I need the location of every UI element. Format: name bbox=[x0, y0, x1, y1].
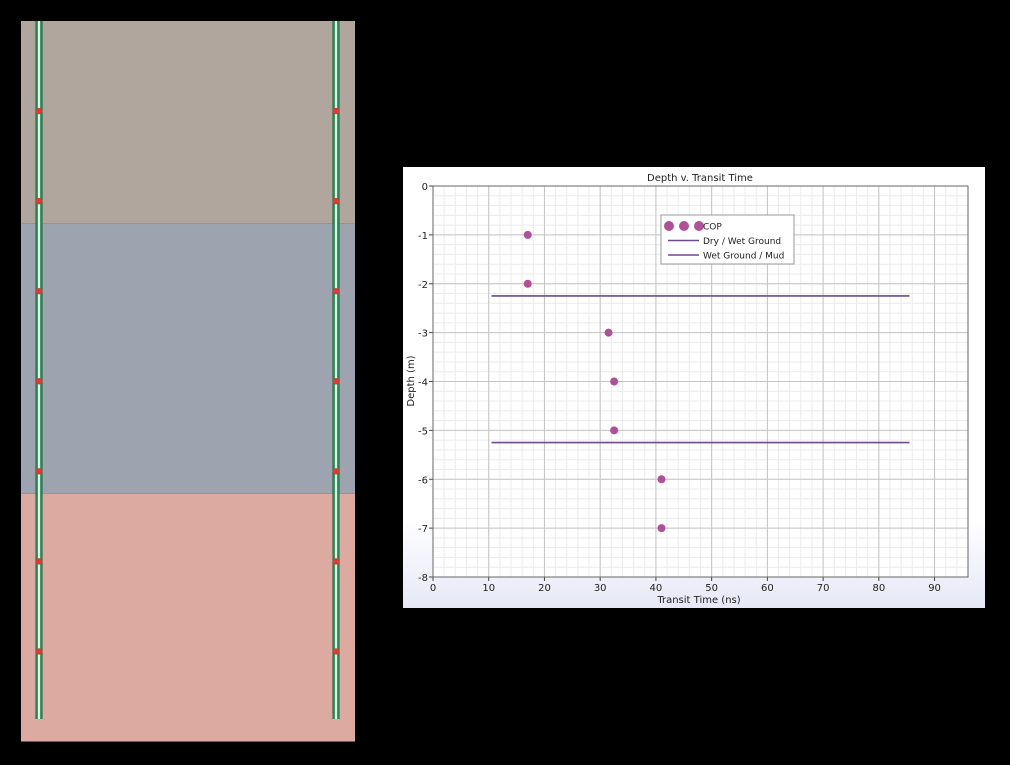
y-tick-label: -3 bbox=[418, 329, 428, 340]
data-point bbox=[610, 426, 619, 435]
x-tick-label: 50 bbox=[705, 583, 718, 594]
y-tick-label: -1 bbox=[418, 231, 428, 242]
chart-legend: COP Dry / Wet Ground Wet Ground / Mud bbox=[660, 214, 795, 265]
sensor-dot bbox=[332, 558, 340, 565]
chart-panel: Depth v. Transit Time Transit Time (ns) … bbox=[403, 167, 985, 608]
data-point bbox=[523, 230, 532, 239]
data-point bbox=[610, 377, 619, 386]
layer-wet-ground bbox=[21, 223, 355, 494]
data-point bbox=[604, 328, 613, 337]
legend-label: COP bbox=[703, 223, 722, 233]
sensor-dot bbox=[35, 468, 43, 475]
chart-title: Depth v. Transit Time bbox=[647, 173, 753, 184]
sensor-dot bbox=[332, 287, 340, 295]
x-tick-label: 70 bbox=[817, 583, 830, 594]
y-tick-label: -6 bbox=[418, 475, 428, 486]
sensor-dot bbox=[332, 378, 340, 385]
data-point bbox=[657, 475, 666, 484]
y-tick-label: -2 bbox=[418, 280, 428, 291]
y-tick-label: -7 bbox=[418, 524, 428, 535]
borehole-scene bbox=[21, 21, 355, 742]
layer-mud bbox=[21, 493, 355, 742]
sensor-dot bbox=[332, 468, 340, 475]
legend-marker bbox=[679, 221, 689, 231]
x-tick-label: 90 bbox=[928, 583, 941, 594]
left-borehole bbox=[35, 21, 43, 719]
sensor-dot bbox=[35, 107, 43, 115]
y-tick-label: -8 bbox=[418, 573, 428, 584]
data-point bbox=[523, 279, 532, 288]
sensor-dot bbox=[35, 648, 43, 655]
layer-dry-ground bbox=[21, 21, 355, 224]
x-tick-label: 20 bbox=[538, 583, 551, 594]
y-tick-label: -4 bbox=[418, 378, 428, 389]
data-point bbox=[657, 524, 666, 533]
y-tick-label: -5 bbox=[418, 426, 428, 437]
sensor-dot bbox=[332, 197, 340, 205]
legend-label: Wet Ground / Mud bbox=[703, 252, 784, 262]
sensor-dot bbox=[332, 648, 340, 655]
x-tick-label: 40 bbox=[650, 583, 663, 594]
sensor-dot bbox=[35, 197, 43, 205]
depth-transit-chart: Depth v. Transit Time Transit Time (ns) … bbox=[403, 167, 985, 608]
sensor-dot bbox=[35, 378, 43, 385]
x-tick-label: 30 bbox=[594, 583, 607, 594]
legend-marker bbox=[664, 221, 674, 231]
legend-label: Dry / Wet Ground bbox=[703, 237, 781, 247]
y-axis-label: Depth (m) bbox=[406, 355, 417, 406]
sensor-dot bbox=[332, 107, 340, 115]
x-tick-label: 10 bbox=[482, 583, 495, 594]
x-axis-label: Transit Time (ns) bbox=[656, 595, 740, 606]
right-borehole bbox=[332, 21, 340, 719]
x-tick-label: 60 bbox=[761, 583, 774, 594]
x-tick-label: 80 bbox=[872, 583, 885, 594]
sensor-dot bbox=[35, 287, 43, 295]
y-tick-label: 0 bbox=[422, 182, 428, 193]
sensor-dot bbox=[35, 558, 43, 565]
x-tick-label: 0 bbox=[430, 583, 436, 594]
borehole-cross-section bbox=[21, 21, 355, 742]
